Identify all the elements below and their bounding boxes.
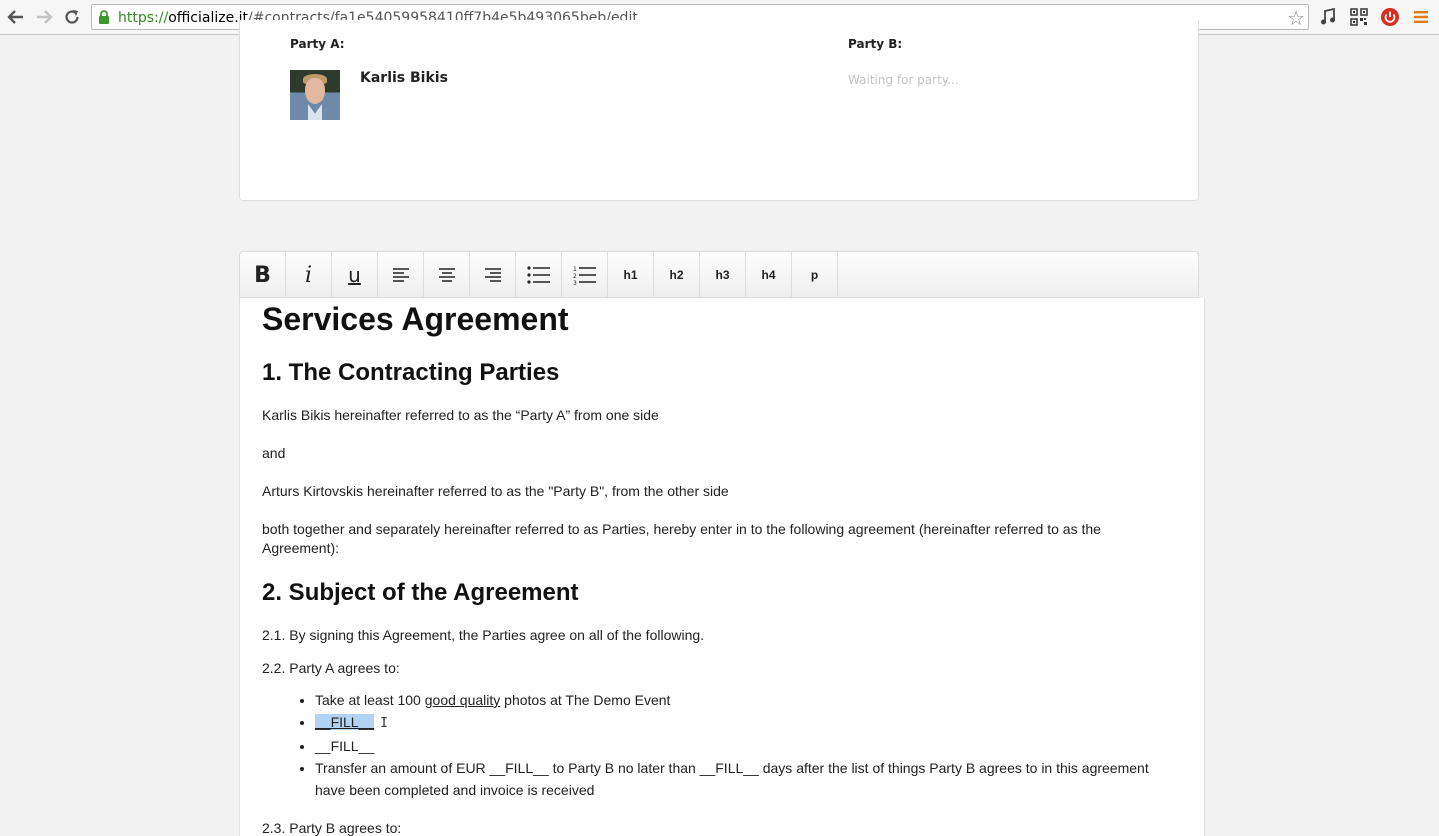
reload-icon[interactable]	[61, 6, 83, 28]
text-cursor-icon: I	[380, 716, 388, 731]
forward-arrow-icon[interactable]	[33, 6, 55, 28]
svg-text:2: 2	[573, 273, 577, 280]
list-item: __FILL__ I	[315, 711, 1172, 735]
list-item: Take at least 100 good quality photos at…	[315, 689, 1172, 711]
fill-placeholder-selected[interactable]: __FILL__	[315, 714, 375, 730]
document-title: Services Agreement	[262, 301, 569, 337]
italic-button[interactable]: i	[286, 252, 332, 298]
fill-placeholder[interactable]: __FILL__	[315, 738, 374, 754]
list-item: Transfer an amount of EUR __FILL__ to Pa…	[315, 757, 1172, 801]
party-a-obligations-list: Take at least 100 good quality photos at…	[302, 689, 1172, 801]
power-icon[interactable]	[1380, 7, 1400, 27]
clause-2-3: 2.3. Party B agrees to:	[262, 820, 402, 836]
h2-button[interactable]: h2	[654, 252, 700, 298]
avatar	[290, 70, 340, 120]
party-a-label: Party A:	[290, 37, 345, 51]
paragraph-button[interactable]: p	[792, 252, 838, 298]
and-line: and	[262, 445, 286, 461]
list-item: __FILL__	[315, 735, 1172, 757]
h3-button[interactable]: h3	[700, 252, 746, 298]
bulleted-list-icon[interactable]	[516, 252, 562, 298]
party-b-line: Arturs Kirtovskis hereinafter referred t…	[262, 483, 729, 499]
party-b-label: Party B:	[848, 37, 903, 51]
align-left-icon[interactable]	[378, 252, 424, 298]
menu-icon[interactable]	[1411, 7, 1431, 27]
section1-heading: 1. The Contracting Parties	[262, 359, 560, 386]
align-right-icon[interactable]	[470, 252, 516, 298]
music-note-icon[interactable]	[1318, 7, 1338, 27]
bookmark-star-icon[interactable]: ☆	[1287, 6, 1305, 31]
together-line: both together and separately hereinafter…	[262, 521, 1101, 556]
document-editor[interactable]: Services Agreement 1. The Contracting Pa…	[239, 298, 1205, 836]
clause-2-1: 2.1. By signing this Agreement, the Part…	[262, 627, 705, 643]
parties-card: Party A: Party B: Karlis Bikis Waiting f…	[239, 20, 1199, 201]
lock-icon	[99, 10, 109, 24]
editor-toolbar: B i u 123 h1 h2 h3 h4 p	[239, 251, 1199, 298]
back-arrow-icon[interactable]	[5, 6, 27, 28]
align-center-icon[interactable]	[424, 252, 470, 298]
clause-2-2: 2.2. Party A agrees to:	[262, 660, 400, 676]
svg-text:3: 3	[573, 280, 577, 285]
underline-button[interactable]: u	[332, 252, 378, 298]
party-a-line: Karlis Bikis hereinafter referred to as …	[262, 407, 659, 423]
h4-button[interactable]: h4	[746, 252, 792, 298]
party-b-status: Waiting for party...	[848, 73, 959, 87]
qr-code-icon[interactable]	[1349, 7, 1369, 27]
section2-heading: 2. Subject of the Agreement	[262, 579, 579, 606]
numbered-list-icon[interactable]: 123	[562, 252, 608, 298]
bold-button[interactable]: B	[240, 252, 286, 298]
h1-button[interactable]: h1	[608, 252, 654, 298]
svg-text:1: 1	[573, 266, 577, 273]
party-a-name: Karlis Bikis	[360, 70, 448, 86]
